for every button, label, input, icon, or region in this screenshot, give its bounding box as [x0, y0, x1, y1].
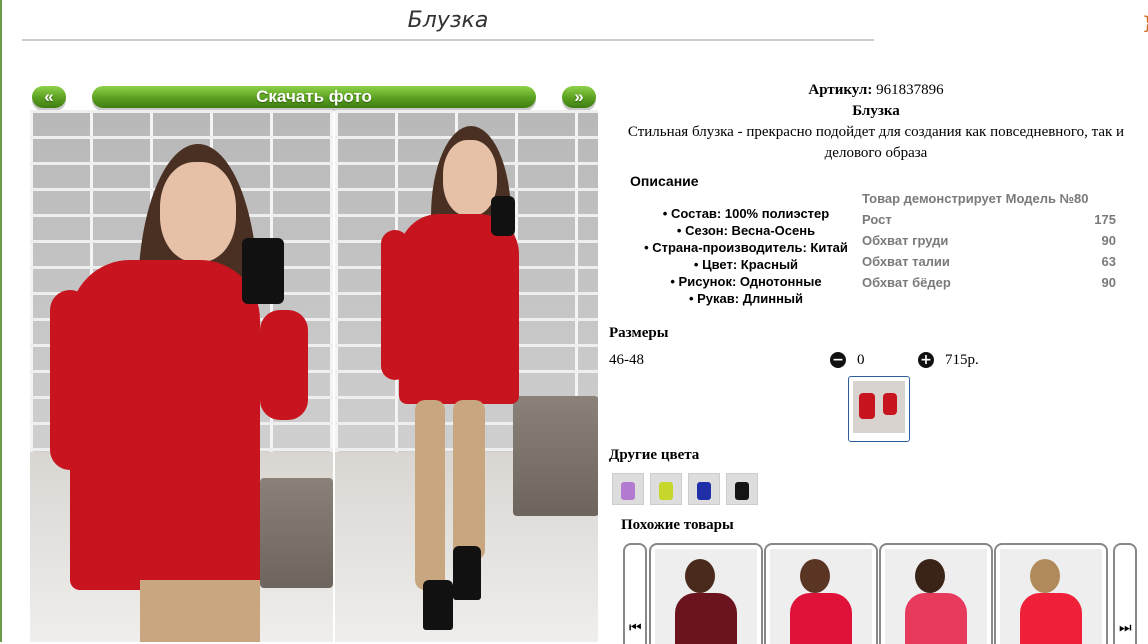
size-label: 46-48 [609, 352, 644, 368]
feature-item: • Рукав: Длинный [688, 291, 804, 306]
param-value: 175 [1094, 212, 1116, 227]
article-label: Артикул: [808, 82, 873, 98]
model-face [443, 140, 497, 216]
blouse-sleeve-right [260, 310, 308, 420]
param-label: Обхват груди [862, 233, 949, 248]
prev-photo-button[interactable]: « [32, 86, 66, 108]
other-colors-heading: Другие цвета [609, 447, 700, 463]
blouse-sleeve-left [50, 290, 90, 470]
minus-icon[interactable]: − [830, 352, 846, 368]
skip-forward-icon: ⏭ [1119, 620, 1132, 636]
feature-item: • Состав: 100% полиэстер [662, 206, 830, 221]
quantity-value: 0 [857, 352, 865, 368]
article-value: 961837896 [876, 82, 944, 98]
left-border [0, 0, 2, 642]
red-blouse-thumb [853, 381, 905, 433]
size-row: 46-48 − 0 + 715р. [609, 352, 1029, 372]
black-boot [423, 580, 453, 630]
blouse-sleeve-left [381, 230, 409, 380]
carousel-next-button[interactable]: ⏭ [1113, 543, 1137, 644]
title-divider [22, 39, 874, 41]
model-row-chest: Обхват груди 90 [862, 230, 1116, 251]
red-shirt-thumb [770, 549, 872, 644]
yellow-blouse-thumb[interactable] [650, 473, 682, 505]
next-photo-button[interactable]: » [562, 86, 596, 108]
stool [260, 478, 333, 588]
red-blouse [70, 260, 260, 590]
param-value: 90 [1101, 233, 1116, 248]
phone [491, 196, 515, 236]
param-label: Обхват бёдер [862, 275, 951, 290]
description-heading: Описание [630, 173, 699, 189]
model-face [160, 162, 236, 262]
plus-icon[interactable]: + [918, 352, 934, 368]
feature-item: • Рисунок: Однотонные [670, 274, 822, 289]
model-row-height: Рост 175 [862, 209, 1116, 230]
param-value: 63 [1101, 254, 1116, 269]
navy-blouse-thumb[interactable] [688, 473, 720, 505]
download-photo-button[interactable]: Скачать фото [92, 86, 536, 108]
product-name: Блузка [852, 103, 900, 119]
price: 715р. [945, 352, 979, 368]
article-line: Артикул: 961837896 [604, 80, 1148, 101]
page-title: Блузка [407, 8, 489, 33]
product-tagline-1: Стильная блузка - прекрасно подойдет для… [627, 124, 1125, 140]
param-label: Обхват талии [862, 254, 950, 269]
tan-pants-right-leg [453, 400, 485, 560]
pink-shirt-thumb [885, 549, 987, 644]
red-blouse [399, 214, 519, 404]
edge-fragment: } [1142, 14, 1148, 34]
tan-pants-left-leg [415, 400, 445, 590]
lilac-blouse-thumb[interactable] [612, 473, 644, 505]
color-swatches [612, 473, 758, 505]
skip-back-icon: ⏮ [629, 620, 642, 636]
burgundy-shirt-thumb [655, 549, 757, 644]
feature-item: • Страна-производитель: Китай [644, 240, 848, 255]
scarlet-shirt-thumb [1000, 549, 1102, 644]
model-heading: Товар демонстрирует Модель №80 [862, 188, 1116, 209]
model-row-waist: Обхват талии 63 [862, 251, 1116, 272]
tan-pants [140, 580, 260, 642]
model-row-hips: Обхват бёдер 90 [862, 272, 1116, 293]
black-blouse-thumb[interactable] [726, 473, 758, 505]
selected-color-thumb[interactable] [848, 376, 910, 442]
model-heading-text: Товар демонстрирует Модель №80 [862, 191, 1089, 206]
carousel-prev-button[interactable]: ⏮ [623, 543, 647, 644]
similar-heading: Похожие товары [621, 517, 734, 533]
param-label: Рост [862, 212, 892, 227]
similar-item[interactable] [649, 543, 763, 644]
param-value: 90 [1101, 275, 1116, 290]
similar-item[interactable] [879, 543, 993, 644]
product-photo-front[interactable] [30, 110, 333, 642]
model-params: Товар демонстрирует Модель №80 Рост 175 … [862, 188, 1116, 293]
product-photo-full[interactable] [335, 110, 598, 642]
feature-list: • Состав: 100% полиэстер • Сезон: Весна-… [612, 205, 880, 307]
feature-item: • Цвет: Красный [693, 257, 799, 272]
phone [242, 238, 284, 304]
product-info: Артикул: 961837896 Блузка Стильная блузк… [604, 80, 1148, 164]
black-boot [453, 546, 481, 600]
feature-item: • Сезон: Весна-Осень [676, 223, 816, 238]
similar-item[interactable] [994, 543, 1108, 644]
similar-item[interactable] [764, 543, 878, 644]
product-tagline-2: делового образа [824, 145, 928, 161]
sizes-heading: Размеры [609, 325, 669, 341]
stool [513, 396, 598, 516]
